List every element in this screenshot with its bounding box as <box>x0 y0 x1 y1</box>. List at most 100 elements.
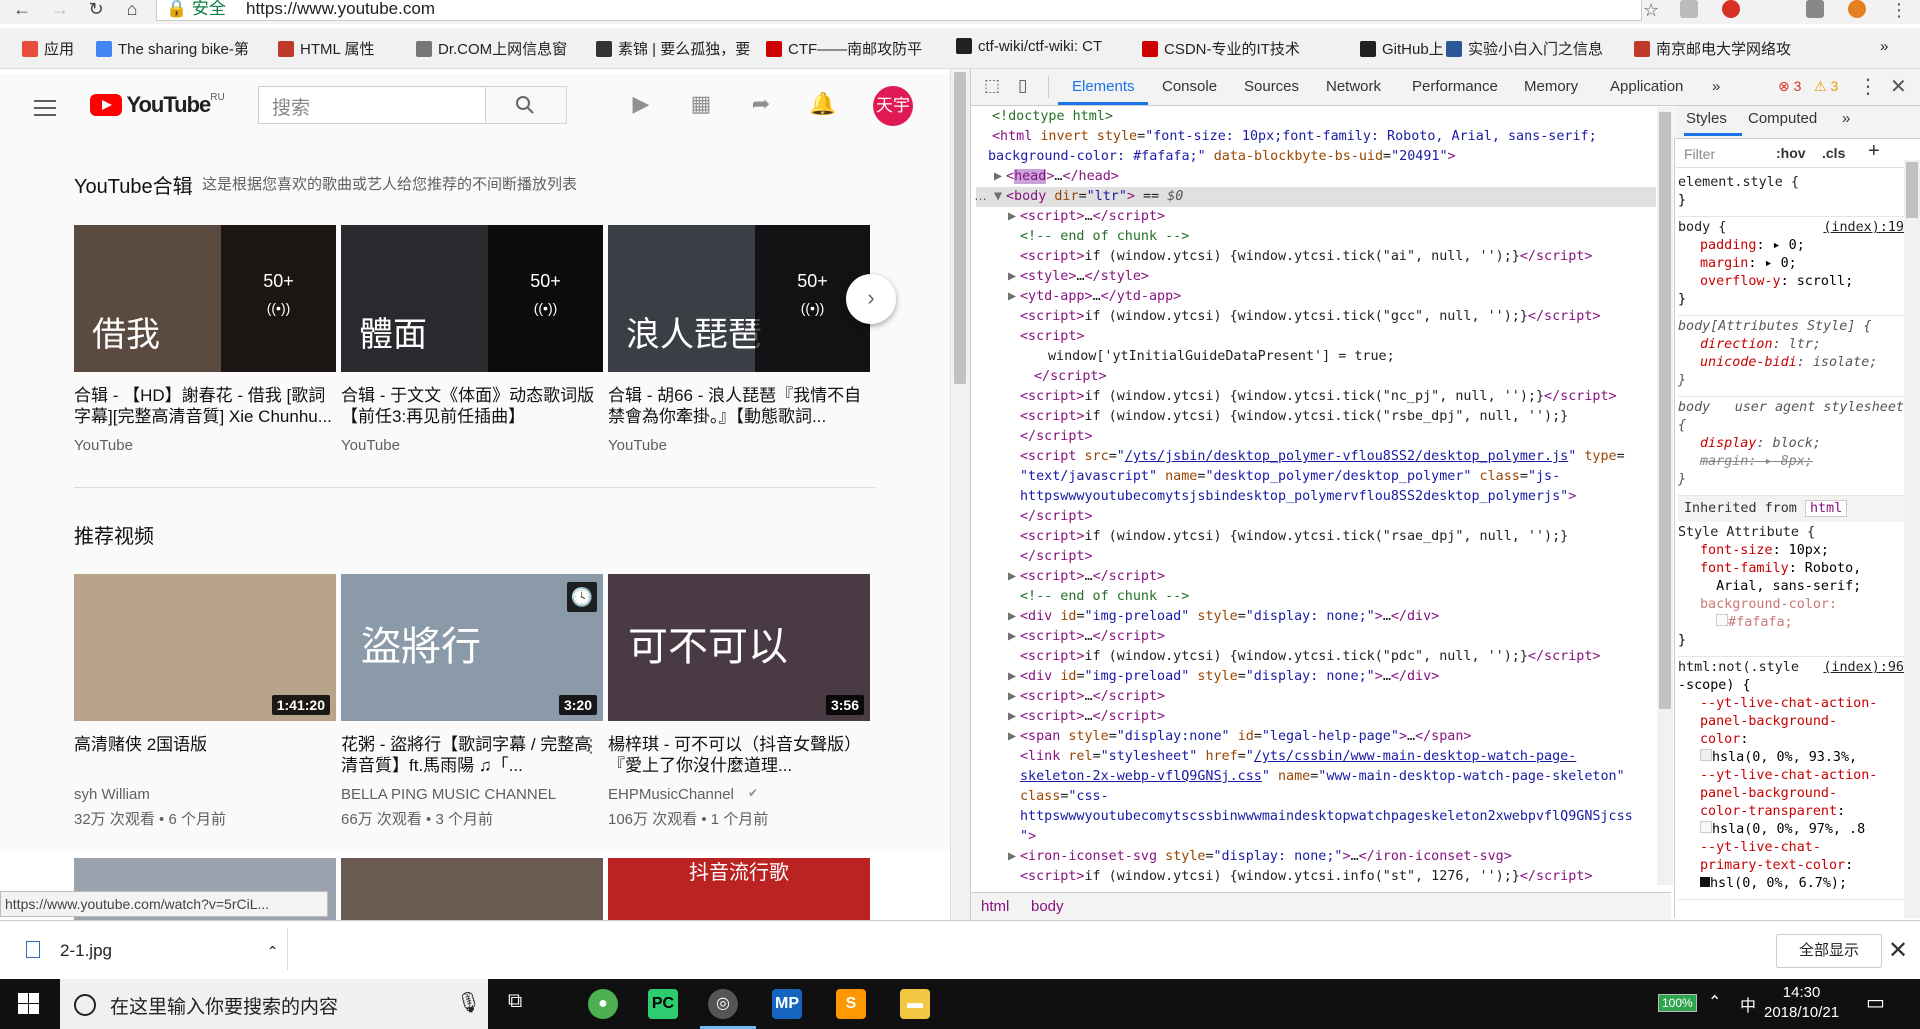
more-actions-icon[interactable]: ⋮ <box>582 736 600 757</box>
dom-node-line[interactable]: </script> <box>976 367 1656 387</box>
dom-node-line[interactable]: <!-- end of chunk --> <box>976 587 1656 607</box>
dom-node-line[interactable]: "text/javascript" name="desktop_polymer/… <box>976 467 1656 487</box>
task-view-icon[interactable]: ⧉ <box>508 990 522 1013</box>
bookmark-item[interactable]: Dr.COM上网信息窗 <box>416 38 567 59</box>
apps-grid-icon[interactable]: ▦ <box>689 92 713 116</box>
expand-triangle-icon[interactable]: ▶ <box>1008 627 1020 647</box>
more-styles-tabs[interactable]: » <box>1842 110 1850 127</box>
devtools-tab-application[interactable]: Application <box>1610 78 1683 95</box>
breadcrumb-item[interactable]: html <box>981 898 1009 915</box>
video-thumbnail-partial[interactable] <box>341 858 603 920</box>
expand-triangle-icon[interactable]: ▶ <box>994 167 1006 187</box>
class-toggle[interactable]: .cls <box>1822 145 1845 161</box>
secure-indicator[interactable]: 🔒 安全 <box>166 0 226 18</box>
dom-node-line[interactable]: <script>if (window.ytcsi) {window.ytcsi.… <box>976 247 1656 267</box>
dom-node-line[interactable]: </script> <box>976 547 1656 567</box>
expand-triangle-icon[interactable]: ▶ <box>1008 687 1020 707</box>
rule-source-link[interactable]: (index):96 <box>1823 659 1904 677</box>
mp-app-icon[interactable]: MP <box>772 989 802 1019</box>
rule-source-link[interactable]: (index):19 <box>1823 219 1904 237</box>
dom-node-line[interactable]: <script src="/yts/jsbin/desktop_polymer-… <box>976 447 1656 467</box>
mixes-title[interactable]: YouTube合辑 <box>74 170 193 199</box>
bookmark-item[interactable]: 素锦 | 要么孤独，要 <box>596 38 750 59</box>
bookmark-item[interactable]: The sharing bike-第 <box>96 38 249 59</box>
styles-scrollbar[interactable] <box>1904 160 1920 918</box>
dom-node-line[interactable]: ▶ <script>…</script> <box>976 707 1656 727</box>
dom-node-line[interactable]: <!doctype html> <box>976 107 1656 127</box>
back-button[interactable]: ← <box>10 0 34 20</box>
messages-icon[interactable]: ➦ <box>749 92 773 116</box>
avatar[interactable]: 天宇 <box>873 86 913 126</box>
chrome-app-icon[interactable]: ● <box>588 989 618 1019</box>
chevron-up-icon[interactable]: ⌃ <box>1708 992 1721 1012</box>
bookmark-item[interactable]: CSDN-专业的IT技术 <box>1142 38 1300 59</box>
styles-filter-input[interactable]: Filter <box>1684 146 1715 162</box>
video-title[interactable]: 高清赌侠 2国语版 <box>74 734 336 755</box>
bookmark-star-icon[interactable]: ☆ <box>1643 0 1659 21</box>
expand-triangle-icon[interactable]: ▶ <box>1008 567 1020 587</box>
video-channel[interactable]: EHPMusicChannel <box>608 786 734 803</box>
dom-node-line[interactable]: </script> <box>976 507 1656 527</box>
mix-thumbnail[interactable]: 體面 50+ ((•)) <box>341 225 603 372</box>
microphone-icon[interactable]: 🎙 <box>456 990 481 1015</box>
app-icon[interactable]: ◎ <box>708 989 738 1019</box>
styles-scrollbar-thumb[interactable] <box>1906 162 1918 218</box>
devtools-tab-elements[interactable]: Elements <box>1072 78 1135 95</box>
devtools-tab-memory[interactable]: Memory <box>1524 78 1578 95</box>
taskbar-search-text[interactable]: 在这里输入你要搜索的内容 <box>110 992 338 1019</box>
dom-node-line[interactable]: ▶ <script>…</script> <box>976 207 1656 227</box>
file-explorer-icon[interactable]: ▬ <box>900 989 930 1019</box>
expand-triangle-icon[interactable]: ▶ <box>1008 707 1020 727</box>
hover-state-toggle[interactable]: :hov <box>1776 145 1806 161</box>
devtools-tab-sources[interactable]: Sources <box>1244 78 1299 95</box>
dom-node-line[interactable]: <!-- end of chunk --> <box>976 227 1656 247</box>
expand-triangle-icon[interactable]: ▶ <box>1008 207 1020 227</box>
mix-thumbnail[interactable]: 浪人琵琶 50+ ((•)) <box>608 225 870 372</box>
mix-title[interactable]: 合辑 - 胡66 - 浪人琵琶『我情不自禁會為你牽掛。』【動態歌詞... <box>608 385 870 427</box>
hamburger-menu-icon[interactable] <box>34 95 56 121</box>
download-item[interactable]: 2-1.jpg ⌃ <box>26 941 278 961</box>
home-button[interactable]: ⌂ <box>120 0 144 20</box>
bookmark-item[interactable]: GitHub上 <box>1360 38 1444 59</box>
dom-node-line[interactable]: ▶ <span style="display:none" id="legal-he… <box>976 727 1656 747</box>
infinity-extension-icon[interactable] <box>1848 0 1866 18</box>
mix-title[interactable]: 合辑 - 于文文《体面》动态歌词版【前任3:再见前任插曲】 <box>341 385 603 427</box>
close-download-bar-icon[interactable]: ✕ <box>1888 936 1908 965</box>
page-scrollbar-thumb[interactable] <box>954 72 966 384</box>
dom-node-line[interactable]: class="css- <box>976 787 1656 807</box>
dom-node-line[interactable]: <script>if (window.ytcsi) {window.ytcsi.… <box>976 647 1656 667</box>
breadcrumb-item[interactable]: body <box>1031 898 1064 915</box>
dom-node-line[interactable]: <script>if (window.ytcsi) {window.ytcsi.… <box>976 527 1656 547</box>
video-thumbnail[interactable]: 可不可以 3:56 <box>608 574 870 721</box>
more-tabs-button[interactable]: » <box>1712 78 1720 95</box>
inherited-tag[interactable]: html <box>1804 500 1848 517</box>
styles-tab-computed[interactable]: Computed <box>1748 110 1817 127</box>
show-all-downloads-button[interactable]: 全部显示 <box>1776 934 1882 968</box>
carousel-next-button[interactable]: › <box>846 274 896 324</box>
dom-node-line[interactable]: ▶ <style>…</style> <box>976 267 1656 287</box>
video-thumbnail[interactable]: 盜將行 3:20 🕓 <box>341 574 603 721</box>
extension-badge-icon[interactable] <box>1722 0 1740 18</box>
dom-node-line[interactable]: window['ytInitialGuideDataPresent'] = tr… <box>976 347 1656 367</box>
add-rule-icon[interactable]: + <box>1868 140 1880 163</box>
bookmark-item[interactable]: HTML 属性 <box>278 38 374 59</box>
ime-indicator[interactable]: 中 <box>1740 992 1756 1016</box>
dom-node-line[interactable]: ▶ <head>…</head> <box>976 167 1656 187</box>
mix-channel[interactable]: YouTube <box>74 437 133 454</box>
mix-channel[interactable]: YouTube <box>341 437 400 454</box>
dom-node-line[interactable]: ▶ <script>…</script> <box>976 687 1656 707</box>
dom-node-line[interactable]: <script>if (window.ytcsi) {window.ytcsi.… <box>976 407 1656 427</box>
mix-thumbnail[interactable]: 借我 50+ ((•)) <box>74 225 336 372</box>
mix-channel[interactable]: YouTube <box>608 437 667 454</box>
cortana-icon[interactable] <box>74 994 96 1016</box>
devtools-menu-icon[interactable]: ⋮ <box>1858 74 1878 99</box>
search-button[interactable] <box>485 86 567 124</box>
dom-node-line[interactable]: ▶ <script>…</script> <box>976 627 1656 647</box>
chrome-menu-icon[interactable]: ⋮ <box>1890 0 1908 21</box>
notifications-bell-icon[interactable]: 🔔 <box>809 92 836 116</box>
dom-node-line[interactable]: <script>if (window.ytcsi) {window.ytcsi.… <box>976 387 1656 407</box>
sublime-app-icon[interactable]: S <box>836 989 866 1019</box>
close-icon[interactable]: ✕ <box>1890 74 1907 99</box>
dom-node-line[interactable]: ▶ <ytd-app>…</ytd-app> <box>976 287 1656 307</box>
video-thumbnail-partial[interactable]: 抖音流行歌 <box>608 858 870 920</box>
